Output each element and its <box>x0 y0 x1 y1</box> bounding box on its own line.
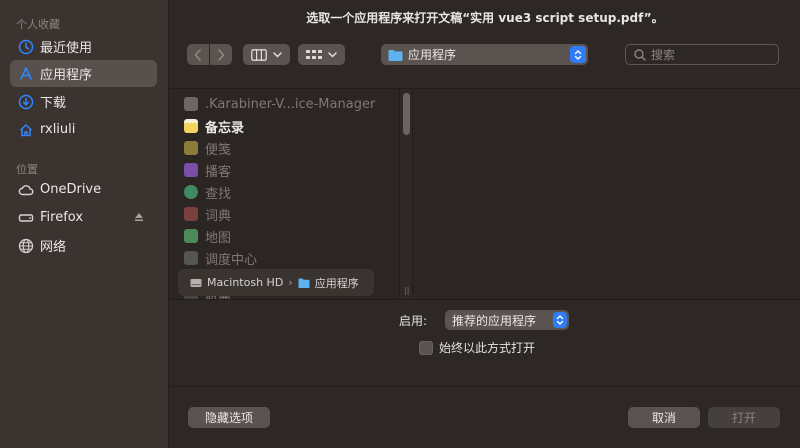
drive-icon <box>18 210 34 226</box>
file-item[interactable]: 备忘录 <box>184 115 244 137</box>
folder-icon <box>388 49 403 61</box>
enable-label: 启用: <box>399 314 428 328</box>
file-label: 地图 <box>205 230 232 246</box>
file-label: 播客 <box>205 164 232 180</box>
sidebar-item-applications[interactable]: 应用程序 <box>10 60 157 87</box>
file-label: 查找 <box>205 186 232 202</box>
sidebar-item-firefox[interactable]: Firefox <box>10 204 157 231</box>
favorites-header: 个人收藏 <box>16 18 60 31</box>
file-label: 调度中心 <box>205 252 258 268</box>
sidebar-item-label: 下载 <box>40 96 67 111</box>
file-label: 便笺 <box>205 142 232 158</box>
dialog-title: 选取一个应用程序来打开文稿“实用 vue3 script setup.pdf”。 <box>306 11 664 25</box>
sidebar-item-label: 最近使用 <box>40 41 93 56</box>
always-open-label: 始终以此方式打开 <box>439 341 536 355</box>
chevron-left-icon <box>194 48 201 61</box>
file-item[interactable]: 查找 <box>184 181 231 203</box>
sidebar-item-network[interactable]: 网络 <box>10 232 157 259</box>
file-item[interactable]: 播客 <box>184 159 231 181</box>
column-scrollbar[interactable]: || <box>399 89 413 299</box>
sidebar: 个人收藏 最近使用 应用程序 下载 rxliuli 位置 OneDrive Fi… <box>0 0 169 448</box>
forward-button[interactable] <box>210 44 232 65</box>
sidebar-item-label: Firefox <box>40 210 84 225</box>
scroll-thumb[interactable] <box>403 93 410 135</box>
sidebar-item-recents[interactable]: 最近使用 <box>10 33 157 60</box>
always-open-checkbox[interactable] <box>419 340 433 355</box>
back-button[interactable] <box>187 44 209 65</box>
sidebar-item-home[interactable]: rxliuli <box>10 116 157 143</box>
file-column: .Karabiner-V...ice-Manager 备忘录 便笺 播客 查找 … <box>170 89 399 299</box>
notes-icon <box>184 119 198 133</box>
sidebar-item-onedrive[interactable]: OneDrive <box>10 176 157 203</box>
divider <box>170 386 800 387</box>
grid-icon <box>306 49 322 59</box>
network-icon <box>18 238 34 254</box>
enable-select-value: 推荐的应用程序 <box>452 313 537 328</box>
search-icon <box>634 48 646 61</box>
stickies-icon <box>184 141 198 155</box>
folder-icon <box>298 278 310 288</box>
applications-icon <box>18 66 34 82</box>
app-icon <box>184 97 198 111</box>
sidebar-item-label: OneDrive <box>40 182 102 197</box>
enable-select[interactable]: 推荐的应用程序 <box>445 310 569 330</box>
mission-control-icon <box>184 251 198 265</box>
sidebar-item-label: 网络 <box>40 240 67 255</box>
file-label: 备忘录 <box>205 120 245 136</box>
chevron-down-icon <box>273 51 282 58</box>
sidebar-item-label: 应用程序 <box>40 68 93 83</box>
file-browser: .Karabiner-V...ice-Manager 备忘录 便笺 播客 查找 … <box>170 88 800 300</box>
hide-options-button[interactable]: 隐藏选项 <box>188 407 270 428</box>
locations-header: 位置 <box>16 163 38 176</box>
search-input[interactable] <box>651 47 771 62</box>
clock-icon <box>18 39 34 55</box>
sidebar-item-downloads[interactable]: 下载 <box>10 88 157 115</box>
file-label: 词典 <box>205 208 232 224</box>
stepper-icon <box>570 46 586 63</box>
location-label: 应用程序 <box>408 48 457 62</box>
dictionary-icon <box>184 207 198 221</box>
cancel-button[interactable]: 取消 <box>628 407 700 428</box>
group-button[interactable] <box>298 44 345 65</box>
main-pane: 选取一个应用程序来打开文稿“实用 vue3 script setup.pdf”。… <box>170 0 800 448</box>
find-my-icon <box>184 185 198 199</box>
columns-icon <box>251 48 267 61</box>
file-item[interactable]: 词典 <box>184 203 231 225</box>
location-popup[interactable]: 应用程序 <box>381 44 588 65</box>
eject-icon[interactable] <box>133 211 145 223</box>
chevron-right-icon <box>218 48 225 61</box>
path-folder[interactable]: 应用程序 <box>315 275 359 291</box>
stepper-icon <box>553 312 567 328</box>
chevron-right-icon: › <box>288 276 293 289</box>
sidebar-item-label: rxliuli <box>40 122 76 137</box>
column-resize-handle[interactable]: || <box>404 286 409 295</box>
file-label: .Karabiner-V...ice-Manager <box>205 96 376 112</box>
open-button[interactable]: 打开 <box>708 407 780 428</box>
podcasts-icon <box>184 163 198 177</box>
chevron-down-icon <box>328 51 337 58</box>
hard-drive-icon <box>190 278 202 287</box>
view-mode-button[interactable] <box>243 44 290 65</box>
home-icon <box>18 122 34 138</box>
file-item[interactable]: .Karabiner-V...ice-Manager <box>184 93 375 115</box>
file-item[interactable]: 地图 <box>184 225 231 247</box>
always-open-option[interactable]: 始终以此方式打开 <box>419 339 535 356</box>
cloud-icon <box>18 182 34 198</box>
download-icon <box>18 94 34 110</box>
maps-icon <box>184 229 198 243</box>
path-bar: Macintosh HD › 应用程序 <box>178 269 374 296</box>
search-field[interactable] <box>625 44 779 65</box>
file-item[interactable]: 调度中心 <box>184 247 257 269</box>
path-drive[interactable]: Macintosh HD <box>207 276 283 289</box>
file-item[interactable]: 便笺 <box>184 137 231 159</box>
